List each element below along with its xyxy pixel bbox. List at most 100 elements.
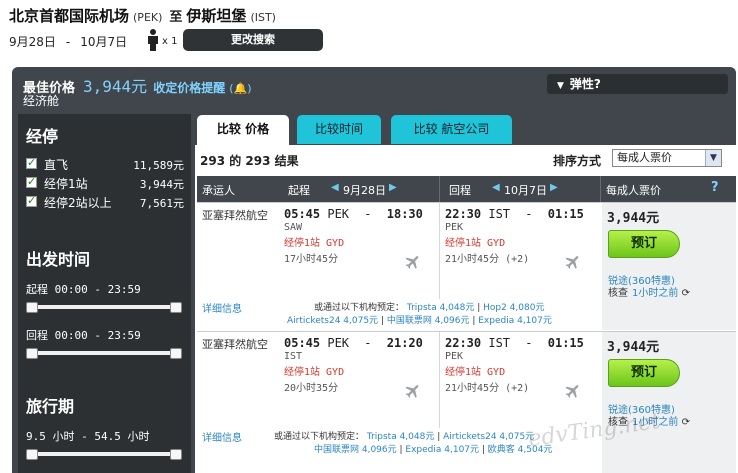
trip-duration-slider[interactable] bbox=[26, 449, 182, 460]
arr-time: 01:15 bbox=[547, 207, 584, 221]
offer-link[interactable]: Expedia 4,107元 bbox=[478, 316, 552, 326]
outbound-time-slider[interactable] bbox=[26, 302, 182, 313]
offer-link[interactable]: 中国联票网 4,096元 bbox=[387, 316, 470, 326]
stop-filter-two-plus[interactable]: 经停2站以上 7,561元 bbox=[26, 194, 184, 210]
dep-code: PEK bbox=[327, 207, 350, 221]
person-icon bbox=[148, 29, 158, 51]
next-date-icon[interactable]: ▶ bbox=[389, 182, 397, 193]
col-airline[interactable]: 承运人 bbox=[202, 182, 235, 198]
col-outbound[interactable]: 起程 bbox=[288, 182, 310, 198]
refresh-icon[interactable]: ⟳ bbox=[682, 417, 690, 428]
checkbox[interactable] bbox=[26, 194, 37, 207]
return-time-slider[interactable] bbox=[26, 348, 182, 359]
outbound-leg[interactable]: 05:45 PEK - 18:30 SAW 经停1站 GYD 17小时45分 bbox=[284, 207, 424, 265]
slider-handle-min[interactable] bbox=[26, 449, 38, 460]
offer-link[interactable]: Hop2 4,080元 bbox=[483, 303, 544, 313]
divider bbox=[439, 176, 440, 202]
stop-info: 经停1站 GYD bbox=[445, 367, 506, 378]
flexibility-toggle[interactable]: ▼ 弹性? bbox=[547, 74, 728, 94]
other-offers-row: Airtickets24 4,075元 | 中国联票网 4,096元 | Exp… bbox=[287, 316, 552, 326]
col-outbound-date: 9月28日 bbox=[343, 184, 386, 197]
chevron-down-icon[interactable]: ▼ bbox=[705, 150, 721, 166]
origin-name: 北京首都国际机场 bbox=[9, 7, 130, 25]
outbound-time-range: 起程 00:00 - 23:59 bbox=[26, 283, 141, 296]
tab-compare-time[interactable]: 比较时间 bbox=[297, 115, 381, 144]
next-date-icon[interactable]: ▶ bbox=[550, 182, 558, 193]
details-link[interactable]: 详细信息 bbox=[202, 300, 242, 315]
offer-link[interactable]: 中国联票网 4,096元 bbox=[314, 445, 397, 455]
slider-handle-max[interactable] bbox=[170, 302, 182, 313]
prev-date-icon[interactable]: ◀ bbox=[331, 182, 339, 193]
details-link[interactable]: 详细信息 bbox=[202, 429, 242, 444]
sort-select[interactable]: 每成人票价 ▼ bbox=[612, 149, 722, 167]
return-time-range: 回程 00:00 - 23:59 bbox=[26, 329, 141, 342]
dep-time: 22:30 bbox=[445, 336, 482, 350]
stop-filter-price: 7,561元 bbox=[139, 197, 184, 210]
refresh-icon[interactable]: ⟳ bbox=[682, 288, 690, 299]
slider-track[interactable] bbox=[30, 351, 178, 355]
stop-filter-label: 直飞 bbox=[44, 158, 69, 172]
triangle-down-icon: ▼ bbox=[557, 81, 564, 91]
airplane-icon bbox=[565, 385, 579, 398]
slider-handle-min[interactable] bbox=[26, 302, 38, 313]
divider bbox=[439, 332, 440, 428]
dep-code: IST bbox=[488, 336, 511, 350]
change-search-button[interactable]: 更改搜索 bbox=[183, 29, 323, 51]
offer-link[interactable]: Airtickets24 4,075元 bbox=[287, 316, 378, 326]
best-price-value: 3,944元 bbox=[83, 77, 148, 96]
slider-handle-max[interactable] bbox=[170, 449, 182, 460]
airplane-icon bbox=[405, 256, 419, 269]
arr-code: PEK bbox=[445, 351, 464, 362]
dep-code: IST bbox=[488, 207, 511, 221]
price-alert-link[interactable]: 收定价格提醒 bbox=[153, 81, 225, 95]
leg-dash: - bbox=[525, 207, 533, 221]
checkbox[interactable] bbox=[26, 175, 37, 188]
stop-filter-price: 11,589元 bbox=[133, 159, 184, 172]
airline-name[interactable]: 亚塞拜然航空 bbox=[202, 336, 268, 352]
col-return[interactable]: 回程 bbox=[449, 182, 471, 198]
flexibility-label: 弹性? bbox=[569, 77, 601, 91]
slider-handle-max[interactable] bbox=[170, 348, 182, 359]
offers-prefix: 或通过以下机构预定： bbox=[274, 432, 365, 442]
other-offers: 或通过以下机构预定： Tripsta 4,048元 | Airtickets24… bbox=[274, 432, 535, 442]
leg-dash: - bbox=[364, 336, 372, 350]
stop-info: 经停1站 GYD bbox=[445, 238, 506, 249]
travel-dates: 9月28日 -10月7日 bbox=[9, 33, 127, 50]
bell-icon[interactable]: (🔔) bbox=[229, 82, 251, 95]
stop-filter-one-stop[interactable]: 经停1站 3,944元 bbox=[26, 175, 184, 191]
help-icon[interactable]: ? bbox=[711, 180, 719, 195]
book-button[interactable]: 预订 bbox=[608, 359, 680, 387]
offers-prefix: 或通过以下机构预定： bbox=[314, 303, 405, 313]
col-price[interactable]: 每成人票价 bbox=[606, 182, 661, 198]
dep-time: 05:45 bbox=[284, 207, 321, 221]
date-dash: - bbox=[65, 35, 71, 49]
divider bbox=[600, 176, 601, 202]
slider-handle-min[interactable] bbox=[26, 348, 38, 359]
book-button[interactable]: 预订 bbox=[608, 230, 680, 258]
outbound-leg[interactable]: 05:45 PEK - 21:20 IST 经停1站 GYD 20小时35分 bbox=[284, 336, 424, 394]
stop-filter-direct[interactable]: 直飞 11,589元 bbox=[26, 156, 184, 172]
depart-date: 9月28日 bbox=[9, 35, 56, 49]
offer-link[interactable]: Tripsta 4,048元 bbox=[367, 432, 434, 442]
offer-link[interactable]: Expedia 4,107元 bbox=[405, 445, 479, 455]
airline-name[interactable]: 亚塞拜然航空 bbox=[202, 207, 268, 223]
offer-link[interactable]: Tripsta 4,048元 bbox=[407, 303, 474, 313]
result-count: 293 的 293 结果 bbox=[200, 154, 299, 168]
slider-track[interactable] bbox=[30, 452, 178, 456]
duration: 20小时35分 bbox=[284, 383, 339, 394]
col-return-date: 10月7日 bbox=[504, 184, 547, 197]
prev-date-icon[interactable]: ◀ bbox=[492, 182, 500, 193]
filter-sidebar: 经停 直飞 11,589元 经停1站 3,944元 经停2站以上 7,561元 … bbox=[18, 114, 191, 473]
other-offers-row: 中国联票网 4,096元 | Expedia 4,107元 | 欧典客 4,50… bbox=[314, 445, 553, 455]
stops-heading: 经停 bbox=[26, 127, 59, 146]
offer-link[interactable]: Airtickets24 4,075元 bbox=[443, 432, 534, 442]
divider bbox=[439, 203, 440, 299]
route-title: 北京首都国际机场 (PEK) 至伊斯坦堡 (IST) bbox=[9, 5, 279, 26]
tab-compare-airline[interactable]: 比较 航空公司 bbox=[391, 115, 512, 144]
destination-code: (IST) bbox=[250, 11, 276, 24]
checkbox[interactable] bbox=[26, 156, 37, 169]
slider-track[interactable] bbox=[30, 305, 178, 309]
passenger-count: x 1 bbox=[162, 36, 178, 47]
tab-compare-price[interactable]: 比较 价格 bbox=[197, 115, 289, 146]
leg-dash: - bbox=[364, 207, 372, 221]
